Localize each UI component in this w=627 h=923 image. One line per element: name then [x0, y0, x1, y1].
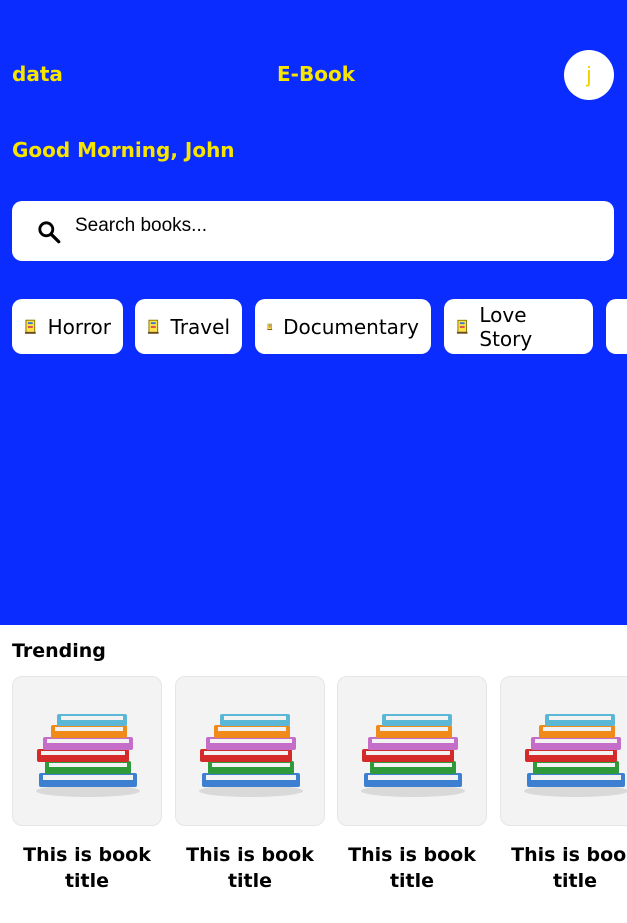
- category-list: Horror Travel Documentary Love Story: [12, 299, 627, 354]
- book-stack-icon: [36, 714, 140, 797]
- book-title: This is book title: [348, 844, 476, 892]
- category-label: Horror: [47, 314, 111, 339]
- avatar[interactable]: j: [564, 50, 614, 100]
- search-input[interactable]: Search books...: [75, 215, 207, 237]
- book-title: This is book title: [511, 844, 627, 892]
- book-card[interactable]: This is book title: [175, 676, 325, 894]
- book-stack-image: [175, 676, 325, 826]
- category-label: Love Story: [479, 302, 533, 351]
- category-chip-travel[interactable]: Travel: [135, 299, 242, 354]
- category-chip-more[interactable]: [606, 299, 627, 354]
- book-card[interactable]: This is book title: [12, 676, 162, 894]
- book-stack-icon: [199, 714, 303, 797]
- book-icon: [147, 319, 159, 334]
- avatar-initial: j: [586, 62, 592, 87]
- category-chip-documentary[interactable]: Documentary: [255, 299, 431, 354]
- book-title: This is book title: [23, 844, 151, 892]
- book-card[interactable]: This is book title: [500, 676, 627, 894]
- header-hero: data E-Book j Good Morning, John Search …: [0, 0, 627, 625]
- data-label: data: [12, 62, 63, 86]
- book-icon: [267, 323, 273, 330]
- book-stack-image: [337, 676, 487, 826]
- search-bar[interactable]: Search books...: [12, 201, 614, 261]
- book-stack-image: [12, 676, 162, 826]
- book-icon: [24, 319, 36, 334]
- greeting-text: Good Morning, John: [12, 138, 235, 162]
- category-chip-love-story[interactable]: Love Story: [444, 299, 593, 354]
- app-title: E-Book: [277, 62, 355, 86]
- book-title: This is book title: [186, 844, 314, 892]
- category-label: Documentary: [283, 314, 419, 339]
- book-stack-image: [500, 676, 627, 826]
- book-icon: [456, 319, 468, 334]
- trending-heading: Trending: [12, 640, 106, 662]
- book-stack-icon: [361, 714, 465, 797]
- book-stack-icon: [524, 714, 627, 797]
- category-chip-horror[interactable]: Horror: [12, 299, 123, 354]
- search-icon: [38, 221, 61, 244]
- category-label: Travel: [170, 314, 230, 339]
- book-card[interactable]: This is book title: [337, 676, 487, 894]
- trending-book-list: This is book title This is book title Th…: [0, 676, 627, 923]
